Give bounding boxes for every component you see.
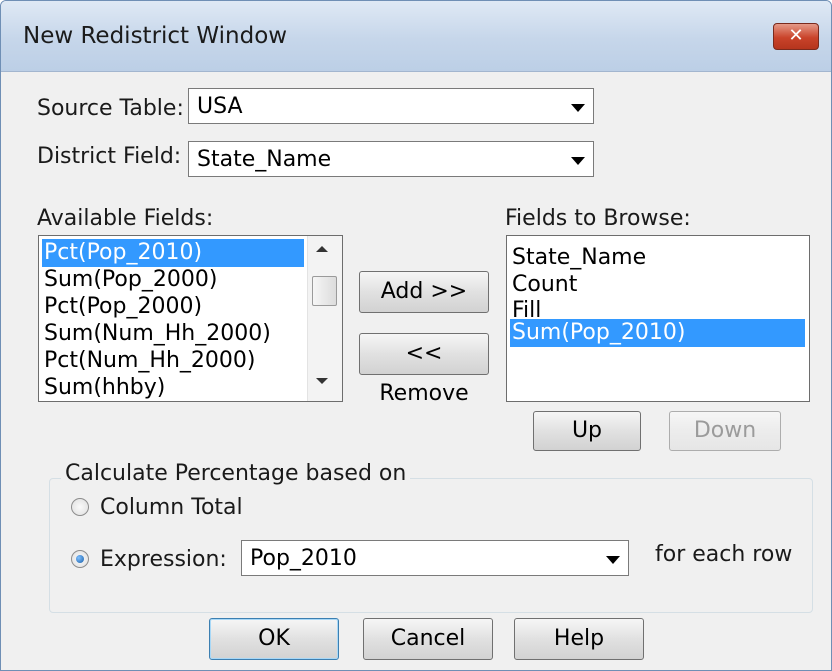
source-table-label: Source Table: [37, 96, 184, 121]
move-down-button[interactable]: Down [669, 411, 781, 451]
add-button[interactable]: Add >> [359, 271, 489, 313]
chevron-down-icon [606, 556, 620, 564]
fields-to-browse-label: Fields to Browse: [505, 206, 691, 231]
district-field-value: State_Name [197, 147, 332, 172]
source-table-select[interactable]: USA [188, 88, 594, 124]
chevron-down-icon [571, 157, 585, 165]
list-item[interactable]: Count [510, 271, 577, 299]
column-total-label[interactable]: Column Total [100, 495, 243, 520]
for-each-row-label: for each row [655, 542, 793, 567]
expression-label[interactable]: Expression: [100, 547, 227, 572]
ok-button[interactable]: OK [209, 618, 339, 660]
remove-button[interactable]: << Remove [359, 333, 489, 406]
available-fields-list[interactable]: Pct(Pop_2010) Sum(Pop_2000) Pct(Pop_2000… [38, 235, 343, 402]
fields-to-browse-list[interactable]: State_Name Count Fill Sum(Pop_2010) [506, 235, 810, 402]
window-title: New Redistrict Window [23, 23, 288, 49]
district-field-select[interactable]: State_Name [188, 141, 594, 177]
help-button[interactable]: Help [514, 618, 644, 660]
close-icon: ✕ [788, 25, 804, 46]
chevron-down-icon [571, 104, 585, 112]
redistrict-dialog: New Redistrict Window ✕ Source Table: US… [0, 0, 832, 671]
title-bar[interactable]: New Redistrict Window ✕ [1, 1, 831, 72]
percentage-group-label: Calculate Percentage based on [61, 461, 411, 486]
list-item[interactable]: Pct(Num_Hh_2000) [42, 347, 255, 375]
source-table-value: USA [197, 94, 243, 119]
cancel-button[interactable]: Cancel [363, 618, 493, 660]
list-item[interactable]: Pct(Pop_2010) [42, 239, 304, 267]
list-item[interactable]: Sum(hhby) [42, 374, 165, 401]
list-item[interactable]: Sum(Num_Hh_2000) [42, 320, 271, 348]
expression-select[interactable]: Pop_2010 [241, 540, 629, 576]
expression-radio[interactable] [71, 550, 89, 568]
scroll-down-icon[interactable] [316, 378, 328, 384]
list-item[interactable]: State_Name [510, 244, 646, 272]
list-item[interactable]: Sum(Pop_2010) [510, 319, 805, 347]
move-up-button[interactable]: Up [533, 411, 641, 451]
close-button[interactable]: ✕ [773, 23, 819, 50]
list-item[interactable]: Pct(Pop_2000) [42, 293, 202, 321]
radio-selected-dot [76, 555, 84, 563]
expression-value: Pop_2010 [250, 546, 357, 571]
available-fields-label: Available Fields: [37, 206, 214, 231]
available-fields-scrollbar[interactable] [307, 236, 342, 401]
scroll-thumb[interactable] [312, 276, 337, 306]
district-field-label: District Field: [37, 144, 182, 169]
list-item[interactable]: Sum(Pop_2000) [42, 266, 217, 294]
column-total-radio[interactable] [71, 498, 89, 516]
scroll-up-icon[interactable] [316, 246, 328, 252]
